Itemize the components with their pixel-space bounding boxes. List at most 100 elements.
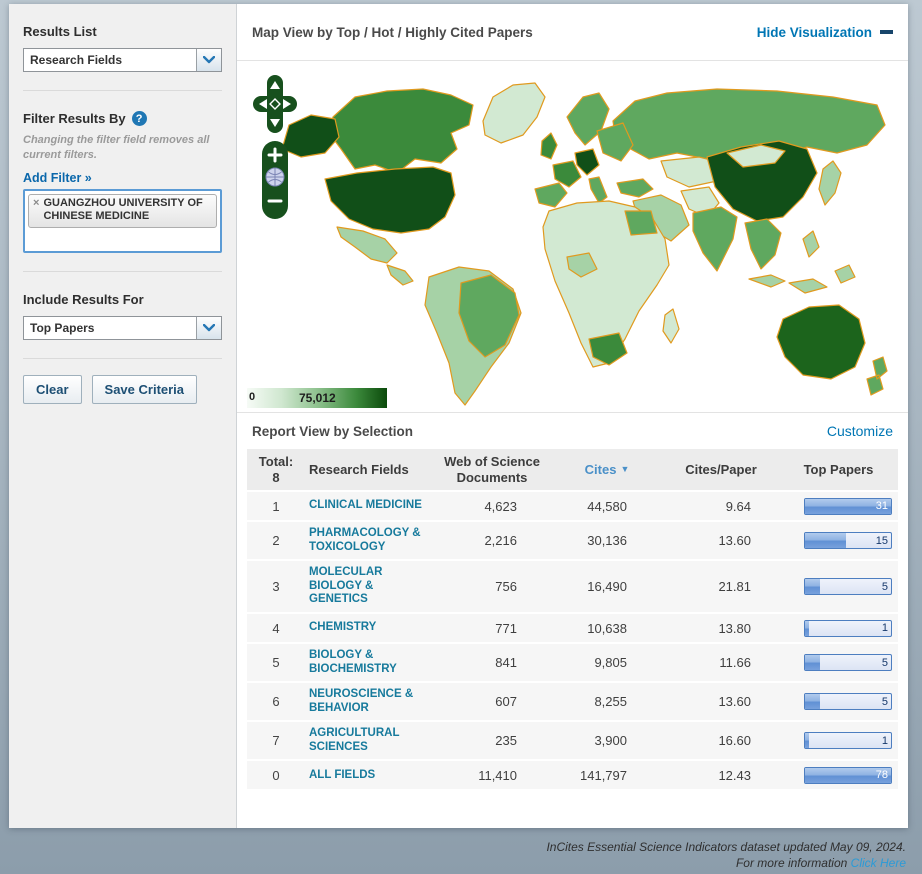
region-egypt[interactable]: [624, 210, 658, 236]
column-header-cites-per-paper[interactable]: Cites/Paper: [663, 449, 779, 493]
scale-min-label: 0: [249, 391, 256, 403]
field-link[interactable]: PHARMACOLOGY & TOXICOLOGY: [309, 527, 429, 554]
region-italy[interactable]: [588, 176, 608, 204]
region-madagascar[interactable]: [662, 308, 680, 344]
field-link[interactable]: ALL FIELDS: [309, 769, 375, 783]
save-criteria-button[interactable]: Save Criteria: [91, 374, 198, 404]
table-row: AGRICULTURAL SCIENCES: [305, 722, 433, 762]
filter-list-box[interactable]: × GUANGZHOU UNIVERSITY OF CHINESE MEDICI…: [23, 188, 222, 253]
report-table: Total: 8 Research Fields Web of Science D…: [247, 449, 898, 792]
wos-documents-value: 2,216: [433, 522, 551, 562]
field-link[interactable]: BIOLOGY & BIOCHEMISTRY: [309, 649, 429, 676]
column-header-research-fields[interactable]: Research Fields: [305, 449, 433, 493]
filter-tag: × GUANGZHOU UNIVERSITY OF CHINESE MEDICI…: [28, 193, 217, 229]
top-papers-cell: 15: [779, 522, 898, 562]
row-rank: 7: [247, 722, 305, 762]
region-philippines[interactable]: [802, 230, 820, 258]
region-canada[interactable]: [328, 88, 474, 174]
cites-per-paper-value: 13.60: [663, 683, 779, 723]
top-papers-bar: 5: [804, 578, 892, 596]
cites-per-paper-value: 16.60: [663, 722, 779, 762]
cites-value: 44,580: [551, 492, 663, 523]
wos-documents-value: 756: [433, 561, 551, 614]
cites-per-paper-value: 11.66: [663, 644, 779, 684]
clear-button[interactable]: Clear: [23, 374, 82, 404]
map-visualization: 0 75,012: [237, 61, 908, 413]
wos-documents-value: 841: [433, 644, 551, 684]
row-rank: 1: [247, 492, 305, 523]
table-row: CLINICAL MEDICINE: [305, 492, 433, 523]
top-papers-bar: 78: [804, 766, 892, 784]
include-results-label: Include Results For: [23, 291, 144, 307]
field-link[interactable]: CLINICAL MEDICINE: [309, 499, 422, 513]
top-papers-value: 1: [881, 734, 888, 747]
region-new-zealand[interactable]: [866, 356, 888, 396]
top-papers-value: 15: [875, 534, 888, 547]
add-filter-link[interactable]: Add Filter »: [23, 171, 92, 185]
top-papers-bar: 31: [804, 497, 892, 515]
report-view-title: Report View by Selection: [252, 423, 414, 439]
minus-icon: [880, 30, 893, 34]
field-link[interactable]: AGRICULTURAL SCIENCES: [309, 727, 429, 754]
map-view-title: Map View by Top / Hot / Highly Cited Pap…: [252, 24, 533, 40]
region-mexico[interactable]: [336, 226, 398, 264]
wos-documents-value: 771: [433, 614, 551, 644]
click-here-link[interactable]: Click Here: [851, 856, 906, 870]
remove-filter-icon[interactable]: ×: [33, 197, 39, 211]
top-papers-value: 31: [875, 500, 888, 513]
help-icon[interactable]: ?: [131, 111, 147, 126]
region-central-america[interactable]: [386, 264, 414, 286]
table-row: MOLECULAR BIOLOGY & GENETICS: [305, 561, 433, 614]
region-greenland[interactable]: [482, 82, 546, 144]
column-header-wos-documents[interactable]: Web of Science Documents: [433, 449, 551, 493]
top-papers-value: 78: [875, 769, 888, 782]
chevron-down-icon[interactable]: [196, 49, 221, 71]
row-rank: 0: [247, 761, 305, 792]
region-india[interactable]: [692, 206, 738, 272]
include-results-section: Include Results For Top Papers: [23, 272, 222, 359]
dataset-update-text: InCites Essential Science Indicators dat…: [546, 840, 906, 854]
column-header-total: Total: 8: [247, 449, 305, 493]
region-usa[interactable]: [324, 166, 456, 234]
row-rank: 3: [247, 561, 305, 614]
region-new-guinea[interactable]: [834, 264, 856, 284]
table-row: BIOLOGY & BIOCHEMISTRY: [305, 644, 433, 684]
report-view-header: Report View by Selection Customize: [237, 413, 908, 449]
hide-visualization-link[interactable]: Hide Visualization: [757, 25, 893, 40]
top-papers-cell: 31: [779, 492, 898, 523]
table-row: NEUROSCIENCE & BEHAVIOR: [305, 683, 433, 723]
region-indonesia[interactable]: [748, 274, 786, 288]
region-southeast-asia[interactable]: [744, 218, 782, 270]
region-turkey[interactable]: [616, 178, 654, 198]
chevron-down-icon[interactable]: [196, 316, 221, 339]
sort-desc-icon: ▼: [620, 464, 630, 475]
column-header-cites[interactable]: Cites ▼: [551, 449, 663, 493]
customize-link[interactable]: Customize: [827, 423, 893, 439]
top-papers-cell: 5: [779, 683, 898, 723]
map-controls: [251, 73, 299, 228]
region-spain[interactable]: [534, 182, 568, 208]
field-link[interactable]: MOLECULAR BIOLOGY & GENETICS: [309, 566, 429, 607]
cites-value: 9,805: [551, 644, 663, 684]
cites-value: 141,797: [551, 761, 663, 792]
top-papers-bar: 5: [804, 693, 892, 711]
top-papers-cell: 78: [779, 761, 898, 792]
esi-application-window: Results List Research Fields Filter Resu…: [9, 4, 908, 828]
top-papers-value: 5: [881, 656, 888, 669]
include-results-dropdown[interactable]: Top Papers: [23, 315, 222, 340]
region-australia[interactable]: [776, 304, 866, 380]
action-buttons: Clear Save Criteria: [23, 359, 222, 422]
map-view-header: Map View by Top / Hot / Highly Cited Pap…: [237, 4, 908, 61]
region-uk[interactable]: [540, 132, 558, 160]
region-japan[interactable]: [818, 160, 842, 206]
filter-tag-label: GUANGZHOU UNIVERSITY OF CHINESE MEDICINE: [43, 196, 203, 223]
top-papers-value: 1: [881, 622, 888, 634]
cites-per-paper-value: 13.60: [663, 522, 779, 562]
field-link[interactable]: CHEMISTRY: [309, 621, 376, 635]
field-link[interactable]: NEUROSCIENCE & BEHAVIOR: [309, 688, 429, 715]
results-list-dropdown[interactable]: Research Fields: [23, 48, 222, 72]
row-rank: 5: [247, 644, 305, 684]
column-header-top-papers[interactable]: Top Papers: [779, 449, 898, 493]
top-papers-cell: 5: [779, 561, 898, 614]
region-indonesia-east[interactable]: [788, 278, 828, 294]
